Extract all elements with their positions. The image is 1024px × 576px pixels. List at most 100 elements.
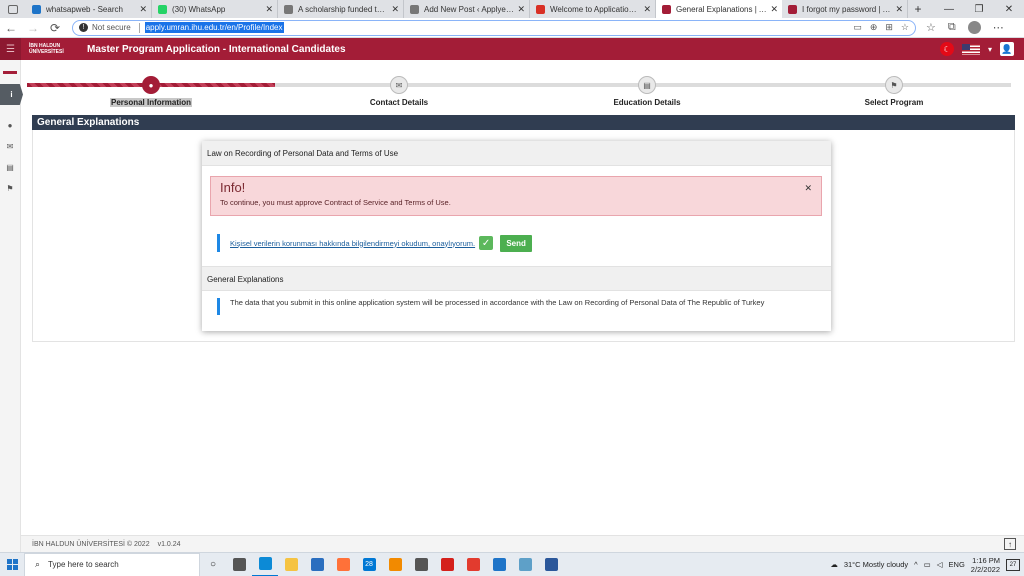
vlc-icon[interactable] bbox=[382, 553, 408, 576]
browser-tab[interactable]: whatsapweb - Search ✕ bbox=[26, 0, 152, 18]
user-icon[interactable]: 👤 bbox=[1000, 42, 1014, 56]
apps-icon[interactable]: ⊞ bbox=[885, 22, 893, 33]
step-education-details[interactable]: ▤ Education Details bbox=[577, 76, 717, 107]
scroll-top-icon[interactable]: ↑ bbox=[1004, 538, 1016, 550]
close-tab-icon[interactable]: ✕ bbox=[643, 4, 651, 15]
sidebar-item-info[interactable]: i bbox=[0, 84, 23, 105]
clock-time: 1:16 PM bbox=[972, 555, 1000, 565]
weather-text[interactable]: 31°C Mostly cloudy bbox=[844, 560, 908, 569]
step-personal-information[interactable]: ● Personal Information bbox=[81, 76, 221, 108]
battery-icon[interactable]: ▭ bbox=[924, 560, 931, 569]
sidebar-item-personal[interactable]: ● bbox=[0, 115, 20, 136]
browser-tab[interactable]: Welcome to Application System✕ bbox=[530, 0, 656, 18]
media-icon[interactable] bbox=[408, 553, 434, 576]
read-aloud-icon[interactable]: ▭ bbox=[853, 22, 862, 33]
turkish-flag-icon[interactable]: ☾ bbox=[939, 42, 954, 56]
profile-avatar[interactable] bbox=[967, 21, 981, 34]
university-logo[interactable]: İBN HALDUN ÜNİVERSİTESİ bbox=[29, 43, 73, 55]
url-input[interactable]: ! Not secure apply.umran.ihu.edu.tr/en/P… bbox=[72, 19, 916, 36]
back-icon[interactable]: ← bbox=[0, 21, 22, 35]
browser-tab[interactable]: I forgot my password | Apply | U✕ bbox=[782, 0, 908, 18]
media-icon-glyph bbox=[414, 558, 428, 571]
store-icon[interactable] bbox=[304, 553, 330, 576]
page-icon bbox=[284, 4, 293, 14]
close-tab-icon[interactable]: ✕ bbox=[895, 4, 903, 15]
acrobat-icon[interactable] bbox=[434, 553, 460, 576]
photos-icon-glyph bbox=[518, 558, 532, 571]
whatsapp-icon bbox=[158, 4, 167, 14]
firefox-icon[interactable] bbox=[330, 553, 356, 576]
user-dropdown-icon[interactable]: ▾ bbox=[988, 45, 992, 54]
close-tab-icon[interactable]: ✕ bbox=[265, 4, 273, 15]
anydesk-icon[interactable] bbox=[460, 553, 486, 576]
english-flag-icon[interactable] bbox=[961, 43, 980, 55]
sidebar-item-contact[interactable]: ✉ bbox=[0, 136, 20, 157]
flag-icon: ⚑ bbox=[6, 184, 14, 193]
taskbar-search[interactable]: ⌕ Type here to search bbox=[24, 552, 200, 576]
more-icon[interactable]: ⋯ bbox=[993, 21, 1004, 34]
close-icon[interactable]: ✕ bbox=[804, 183, 812, 194]
envelope-icon: ✉ bbox=[6, 142, 14, 151]
tab-title: whatsapweb - Search bbox=[46, 4, 123, 14]
consent-checkbox[interactable]: ✓ bbox=[479, 236, 494, 250]
close-tab-icon[interactable]: ✕ bbox=[391, 4, 399, 15]
copyright-text: İBN HALDUN ÜNİVERSİTESİ © 2022 bbox=[32, 540, 150, 548]
sidebar-item-program[interactable]: ⚑ bbox=[0, 178, 20, 199]
language-indicator[interactable]: ENG bbox=[949, 560, 965, 569]
chevron-up-icon[interactable]: ^ bbox=[914, 560, 918, 569]
close-window-icon[interactable]: ✕ bbox=[994, 0, 1024, 18]
explanation-text: The data that you submit in this online … bbox=[230, 298, 765, 307]
close-tab-icon[interactable]: ✕ bbox=[517, 4, 525, 15]
browser-tab[interactable]: General Explanations | Apply | U✕ bbox=[656, 0, 782, 18]
network-icon[interactable] bbox=[486, 553, 512, 576]
close-tab-icon[interactable]: ✕ bbox=[139, 4, 147, 15]
forward-icon[interactable]: → bbox=[22, 21, 44, 35]
alert-title: Info! bbox=[220, 180, 246, 195]
step-contact-details[interactable]: ✉ Contact Details bbox=[329, 76, 469, 107]
word-icon-glyph bbox=[544, 558, 558, 571]
new-tab-button[interactable]: + bbox=[908, 0, 928, 18]
edge-icon-glyph bbox=[258, 557, 272, 570]
send-button[interactable]: Send bbox=[500, 234, 533, 252]
step-label: Education Details bbox=[613, 98, 681, 107]
favorites-icon[interactable]: ☆ bbox=[926, 21, 936, 34]
app-header: ☰ İBN HALDUN ÜNİVERSİTESİ Master Program… bbox=[0, 38, 1024, 60]
restore-icon[interactable]: ❐ bbox=[964, 0, 994, 18]
start-button[interactable] bbox=[0, 559, 24, 570]
browser-tab[interactable]: A scholarship funded to study at✕ bbox=[278, 0, 404, 18]
page-footer: İBN HALDUN ÜNİVERSİTESİ © 2022 v1.0.24 ↑ bbox=[21, 535, 1024, 552]
general-explanations-text: The data that you submit in this online … bbox=[217, 298, 764, 315]
weather-icon[interactable]: ☁ bbox=[830, 560, 838, 569]
acrobat-icon-glyph bbox=[440, 558, 454, 571]
collections-icon[interactable]: ⧉ bbox=[948, 21, 956, 34]
book-icon: ▤ bbox=[6, 163, 14, 172]
info-alert: Info! To continue, you must approve Cont… bbox=[210, 176, 822, 216]
file-explorer-icon[interactable] bbox=[278, 553, 304, 576]
browser-tab[interactable]: (30) WhatsApp ✕ bbox=[152, 0, 278, 18]
url-text[interactable]: apply.umran.ihu.edu.tr/en/Profile/Index bbox=[144, 22, 284, 33]
word-icon[interactable] bbox=[538, 553, 564, 576]
edge-icon[interactable] bbox=[252, 553, 278, 576]
section-title: General Explanations bbox=[32, 115, 1015, 130]
reload-icon[interactable]: ⟳ bbox=[44, 21, 66, 35]
flag-icon: ⚑ bbox=[890, 80, 898, 90]
volume-icon[interactable]: ◁ bbox=[937, 560, 943, 569]
clock[interactable]: 1:16 PM 2/2/2022 bbox=[971, 556, 1000, 574]
notifications-icon[interactable]: 27 bbox=[1006, 558, 1020, 571]
consent-link[interactable]: Kişisel verilerin korunması hakkında bil… bbox=[230, 239, 475, 248]
sidebar-item-education[interactable]: ▤ bbox=[0, 157, 20, 178]
close-tab-icon[interactable]: ✕ bbox=[770, 4, 778, 15]
task-view-icon[interactable] bbox=[226, 553, 252, 576]
tab-actions-icon[interactable] bbox=[0, 0, 26, 18]
minimize-icon[interactable]: — bbox=[934, 0, 964, 18]
tab-title: I forgot my password | Apply | U bbox=[802, 4, 893, 14]
step-select-program[interactable]: ⚑ Select Program bbox=[824, 76, 964, 107]
task-view-icon-glyph bbox=[232, 558, 246, 571]
menu-icon[interactable]: ☰ bbox=[0, 38, 21, 60]
zoom-icon[interactable]: ⊕ bbox=[870, 22, 878, 33]
browser-tab[interactable]: Add New Post ‹ Applyen — Wo✕ bbox=[404, 0, 530, 18]
cortana-icon[interactable]: ○ bbox=[200, 553, 226, 576]
photos-icon[interactable] bbox=[512, 553, 538, 576]
favorite-icon[interactable]: ☆ bbox=[901, 22, 909, 33]
mail-icon[interactable]: 28 bbox=[356, 553, 382, 576]
